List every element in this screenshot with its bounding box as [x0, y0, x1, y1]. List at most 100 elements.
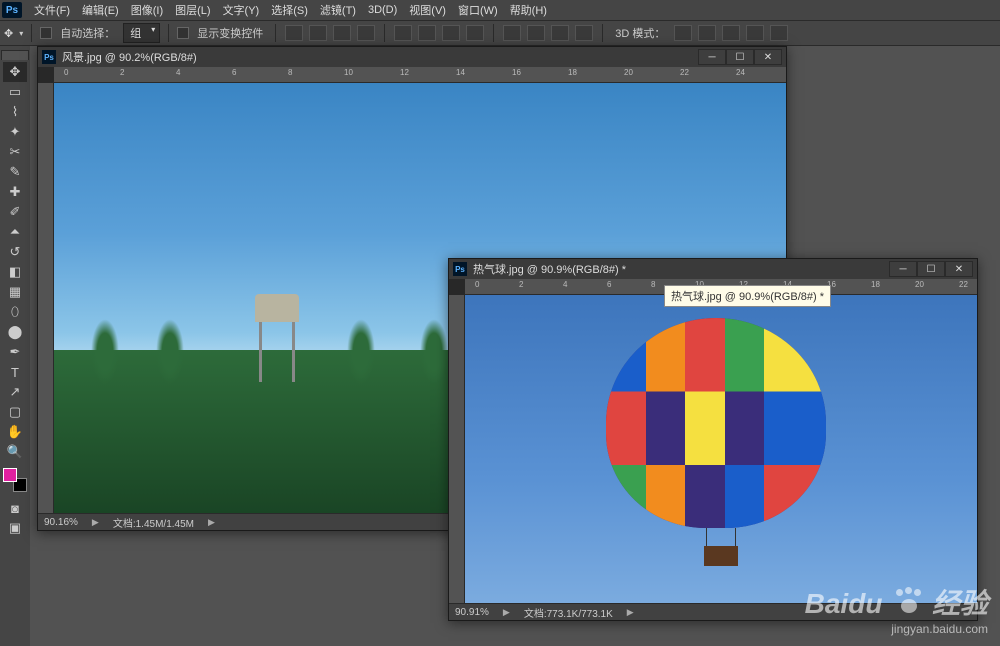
transform-label: 显示变换控件	[197, 25, 263, 41]
maximize-button[interactable]: ☐	[726, 49, 754, 65]
move-tool[interactable]: ✥	[3, 62, 27, 82]
hand-tool[interactable]: ✋	[3, 422, 27, 442]
distribute-icon[interactable]	[551, 25, 569, 41]
align-icon[interactable]	[357, 25, 375, 41]
3d-icon[interactable]	[698, 25, 716, 41]
vertical-ruler[interactable]	[449, 295, 465, 603]
align-icon[interactable]	[442, 25, 460, 41]
color-swatches[interactable]	[3, 468, 27, 492]
align-icon[interactable]	[309, 25, 327, 41]
3d-icon[interactable]	[722, 25, 740, 41]
menu-layer[interactable]: 图层(L)	[169, 0, 216, 20]
zoom-level[interactable]: 90.91%	[455, 607, 489, 618]
divider	[384, 24, 385, 42]
title-tooltip: 热气球.jpg @ 90.9%(RGB/8#) *	[664, 285, 831, 307]
dodge-tool[interactable]: ⬤	[3, 322, 27, 342]
window-titlebar[interactable]: Ps 热气球.jpg @ 90.9%(RGB/8#) * ─ ☐ ✕	[449, 259, 977, 279]
align-icon[interactable]	[418, 25, 436, 41]
gradient-tool[interactable]: ▦	[3, 282, 27, 302]
wand-tool[interactable]: ✦	[3, 122, 27, 142]
menu-select[interactable]: 选择(S)	[265, 0, 314, 20]
eyedropper-tool[interactable]: ✎	[3, 162, 27, 182]
blur-tool[interactable]: ⬯	[3, 302, 27, 322]
brush-tool[interactable]: ✐	[3, 202, 27, 222]
window-title: 热气球.jpg @ 90.9%(RGB/8#) *	[473, 261, 889, 277]
window-title: 风景.jpg @ 90.2%(RGB/8#)	[62, 49, 698, 65]
app-logo: Ps	[2, 2, 22, 18]
3d-icon[interactable]	[746, 25, 764, 41]
ps-icon: Ps	[453, 262, 467, 276]
type-tool[interactable]: T	[3, 362, 27, 382]
menu-type[interactable]: 文字(Y)	[217, 0, 266, 20]
align-icon[interactable]	[466, 25, 484, 41]
tools-panel: ✥ ▭ ⌇ ✦ ✂ ✎ ✚ ✐ ⏶ ↺ ◧ ▦ ⬯ ⬤ ✒ T ↗ ▢ ✋ 🔍 …	[0, 46, 30, 646]
lasso-tool[interactable]: ⌇	[3, 102, 27, 122]
close-button[interactable]: ✕	[754, 49, 782, 65]
screenmode-tool[interactable]: ▣	[3, 518, 27, 538]
horizontal-ruler[interactable]: 024681012141618202224	[54, 67, 786, 83]
stamp-tool[interactable]: ⏶	[3, 222, 27, 242]
watermark-suffix: 经验	[932, 588, 988, 619]
menu-3d[interactable]: 3D(D)	[362, 2, 403, 18]
canvas[interactable]	[465, 295, 977, 603]
align-icon[interactable]	[285, 25, 303, 41]
auto-select-dropdown[interactable]: 组	[123, 23, 160, 43]
divider	[168, 24, 169, 42]
status-arrow-icon[interactable]: ▶	[208, 517, 215, 528]
watermark-url: jingyan.baidu.com	[805, 622, 988, 636]
crop-tool[interactable]: ✂	[3, 142, 27, 162]
menu-view[interactable]: 视图(V)	[403, 0, 452, 20]
auto-select-label: 自动选择：	[60, 25, 115, 41]
distribute-icon[interactable]	[575, 25, 593, 41]
menu-window[interactable]: 窗口(W)	[452, 0, 504, 20]
document-image	[465, 295, 977, 603]
eraser-tool[interactable]: ◧	[3, 262, 27, 282]
heal-tool[interactable]: ✚	[3, 182, 27, 202]
marquee-tool[interactable]: ▭	[3, 82, 27, 102]
maximize-button[interactable]: ☐	[917, 261, 945, 277]
3d-icon[interactable]	[770, 25, 788, 41]
menu-bar: Ps 文件(F) 编辑(E) 图像(I) 图层(L) 文字(Y) 选择(S) 滤…	[0, 0, 1000, 20]
minimize-button[interactable]: ─	[698, 49, 726, 65]
mode-3d-label: 3D 模式：	[615, 25, 665, 41]
pen-tool[interactable]: ✒	[3, 342, 27, 362]
menu-image[interactable]: 图像(I)	[125, 0, 169, 20]
distribute-icon[interactable]	[503, 25, 521, 41]
shape-tool[interactable]: ▢	[3, 402, 27, 422]
doc-size: 文档:773.1K/773.1K	[524, 605, 613, 620]
window-titlebar[interactable]: Ps 风景.jpg @ 90.2%(RGB/8#) ─ ☐ ✕	[38, 47, 786, 67]
minimize-button[interactable]: ─	[889, 261, 917, 277]
close-button[interactable]: ✕	[945, 261, 973, 277]
foreground-color[interactable]	[3, 468, 17, 482]
status-arrow-icon[interactable]: ▶	[92, 517, 99, 528]
menu-help[interactable]: 帮助(H)	[504, 0, 553, 20]
zoom-level[interactable]: 90.16%	[44, 517, 78, 528]
transform-checkbox[interactable]	[177, 27, 189, 39]
align-icon[interactable]	[333, 25, 351, 41]
history-brush-tool[interactable]: ↺	[3, 242, 27, 262]
zoom-tool[interactable]: 🔍	[3, 442, 27, 462]
status-arrow-icon[interactable]: ▶	[503, 607, 510, 618]
divider	[31, 24, 32, 42]
tools-tab[interactable]	[1, 50, 29, 60]
3d-icon[interactable]	[674, 25, 692, 41]
tool-preset-dropdown[interactable]: ▾	[19, 29, 23, 38]
menu-file[interactable]: 文件(F)	[28, 0, 76, 20]
watermark: Baidu 经验 jingyan.baidu.com	[805, 582, 988, 636]
status-arrow-icon[interactable]: ▶	[627, 607, 634, 618]
path-tool[interactable]: ↗	[3, 382, 27, 402]
menu-filter[interactable]: 滤镜(T)	[314, 0, 362, 20]
align-icon[interactable]	[394, 25, 412, 41]
doc-size: 文档:1.45M/1.45M	[113, 515, 194, 530]
vertical-ruler[interactable]	[38, 83, 54, 513]
watermark-brand: Baidu	[805, 588, 883, 619]
paw-icon	[894, 587, 924, 613]
divider	[493, 24, 494, 42]
divider	[275, 24, 276, 42]
menu-edit[interactable]: 编辑(E)	[76, 0, 125, 20]
auto-select-checkbox[interactable]	[40, 27, 52, 39]
quickmask-tool[interactable]: ◙	[3, 498, 27, 518]
divider	[602, 24, 603, 42]
distribute-icon[interactable]	[527, 25, 545, 41]
ps-icon: Ps	[42, 50, 56, 64]
